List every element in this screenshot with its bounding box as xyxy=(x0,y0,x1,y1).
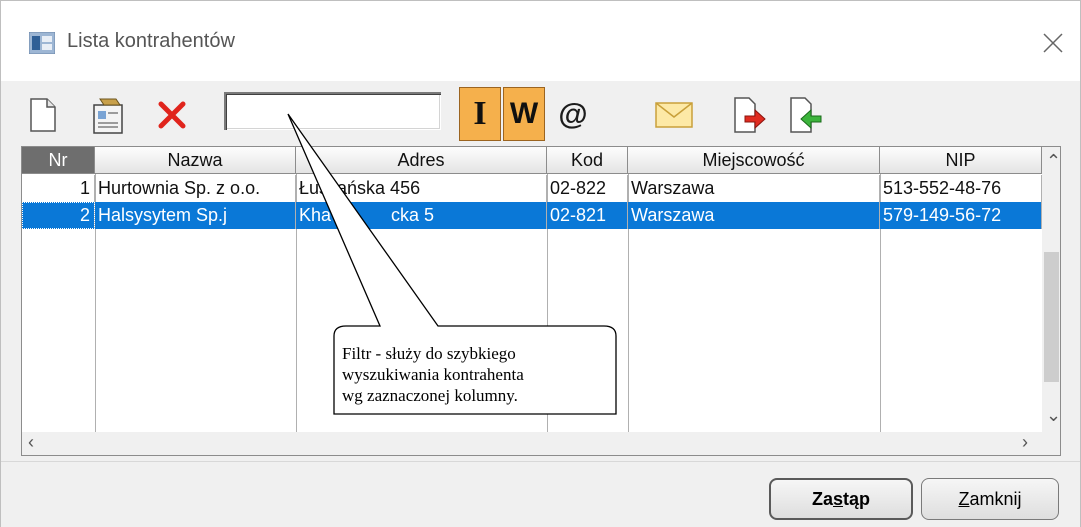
toggle-i-label: I xyxy=(473,95,487,132)
export-document-icon xyxy=(734,97,766,133)
cell-nip: 513-552-48-76 xyxy=(880,175,1042,202)
app-icon xyxy=(29,32,55,54)
import-document-icon xyxy=(790,97,822,133)
cell-nip: 579-149-56-72 xyxy=(880,202,1042,229)
import-button[interactable] xyxy=(785,87,827,143)
cell-kod: 02-821 xyxy=(547,202,628,229)
edit-button[interactable] xyxy=(83,87,133,143)
dialog-window: Lista kontrahentów I W @ Nr Nazwa Adres … xyxy=(0,0,1081,527)
cell-miejscowosc: Warszawa xyxy=(628,175,880,202)
filter-input[interactable] xyxy=(224,92,441,130)
callout-text: Filtr - służy do szybkiego wyszukiwania … xyxy=(342,344,524,405)
grid-header: Nr Nazwa Adres Kod Miejscowość NIP xyxy=(22,147,1042,174)
scroll-left-icon[interactable]: ‹ xyxy=(28,432,34,453)
toggle-i-button[interactable]: I xyxy=(459,87,501,141)
cell-adres-start: Kha xyxy=(299,205,332,225)
bottom-bar xyxy=(1,461,1080,527)
column-header-kod[interactable]: Kod xyxy=(547,147,628,174)
export-button[interactable] xyxy=(729,87,771,143)
cell-adres: Kha cka 5 xyxy=(296,202,547,229)
cell-nr: 2 xyxy=(22,202,95,229)
close-window-button[interactable] xyxy=(1033,23,1073,63)
title-bar: Lista kontrahentów xyxy=(1,1,1080,81)
scroll-corner xyxy=(1042,432,1060,455)
cell-nr: 1 xyxy=(22,175,95,202)
close-button[interactable]: Zamknij xyxy=(921,478,1059,520)
delete-x-icon xyxy=(158,101,186,129)
toolbar: I W @ xyxy=(21,87,1071,143)
vertical-scrollbar[interactable]: ⌃ ⌄ xyxy=(1042,147,1060,432)
email-at-button[interactable]: @ xyxy=(551,87,595,143)
column-header-nazwa[interactable]: Nazwa xyxy=(95,147,296,174)
column-header-adres[interactable]: Adres xyxy=(296,147,547,174)
column-header-nr[interactable]: Nr xyxy=(22,147,95,174)
vertical-scroll-thumb[interactable] xyxy=(1044,252,1059,382)
scroll-up-icon[interactable]: ⌃ xyxy=(1046,151,1060,172)
replace-button[interactable]: Za s tąp xyxy=(769,478,913,520)
cell-adres: Łuszańska 456 xyxy=(296,175,547,202)
window-title: Lista kontrahentów xyxy=(67,30,235,52)
send-mail-button[interactable] xyxy=(651,87,697,143)
edit-card-icon xyxy=(93,98,123,134)
scroll-down-icon[interactable]: ⌄ xyxy=(1046,405,1060,426)
delete-button[interactable] xyxy=(151,87,193,143)
cell-nazwa: Hurtownia Sp. z o.o. xyxy=(95,175,296,202)
cell-miejscowosc: Warszawa xyxy=(628,202,880,229)
table-row-selected[interactable]: 2 Halsysytem Sp.j Kha cka 5 02-821 Warsz… xyxy=(22,202,1042,229)
new-document-icon xyxy=(30,98,56,132)
at-icon: @ xyxy=(558,98,588,131)
envelope-icon xyxy=(655,102,693,128)
table-row[interactable]: 1 Hurtownia Sp. z o.o. Łuszańska 456 02-… xyxy=(22,175,1042,202)
horizontal-scrollbar[interactable]: ‹ › xyxy=(22,432,1042,455)
new-button[interactable] xyxy=(23,87,63,143)
column-header-nip[interactable]: NIP xyxy=(880,147,1042,174)
scroll-right-icon[interactable]: › xyxy=(1022,432,1028,453)
cell-adres-end: cka 5 xyxy=(391,205,435,225)
cell-nazwa: Halsysytem Sp.j xyxy=(95,202,296,229)
contractors-grid: Nr Nazwa Adres Kod Miejscowość NIP 1 Hur… xyxy=(21,146,1061,456)
column-header-miejscowosc[interactable]: Miejscowość xyxy=(628,147,880,174)
toggle-w-label: W xyxy=(509,97,539,130)
toggle-w-button[interactable]: W xyxy=(503,87,545,141)
close-icon xyxy=(1043,33,1063,53)
cell-kod: 02-822 xyxy=(547,175,628,202)
